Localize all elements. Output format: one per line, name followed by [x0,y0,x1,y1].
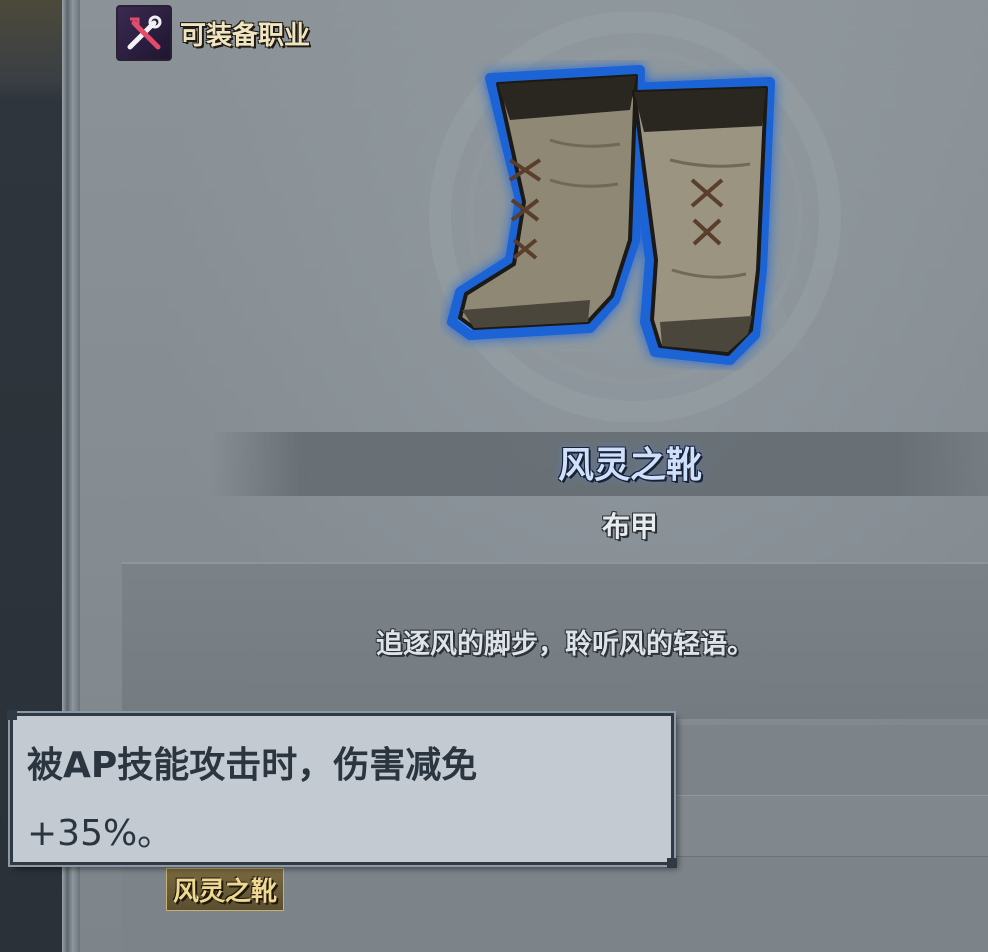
boots-icon [447,65,775,365]
tooltip-text-line2: +35%。 [27,813,174,854]
crossed-tools-icon[interactable] [116,5,172,61]
equip-class-label: 可装备职业 [180,20,311,51]
item-type: 布甲 [601,510,658,543]
item-name: 风灵之靴 [557,445,702,486]
equip-class-header: 可装备职业 [116,4,310,62]
tooltip-text-line1: 被AP技能攻击时，伤害减免 [27,745,478,786]
set-name-badge[interactable]: 风灵之靴 [166,868,285,911]
effect-tooltip: 被AP技能攻击时，伤害减免 +35%。 [7,710,677,868]
item-description: 追逐风的脚步，聆听风的轻语。 [376,629,754,660]
